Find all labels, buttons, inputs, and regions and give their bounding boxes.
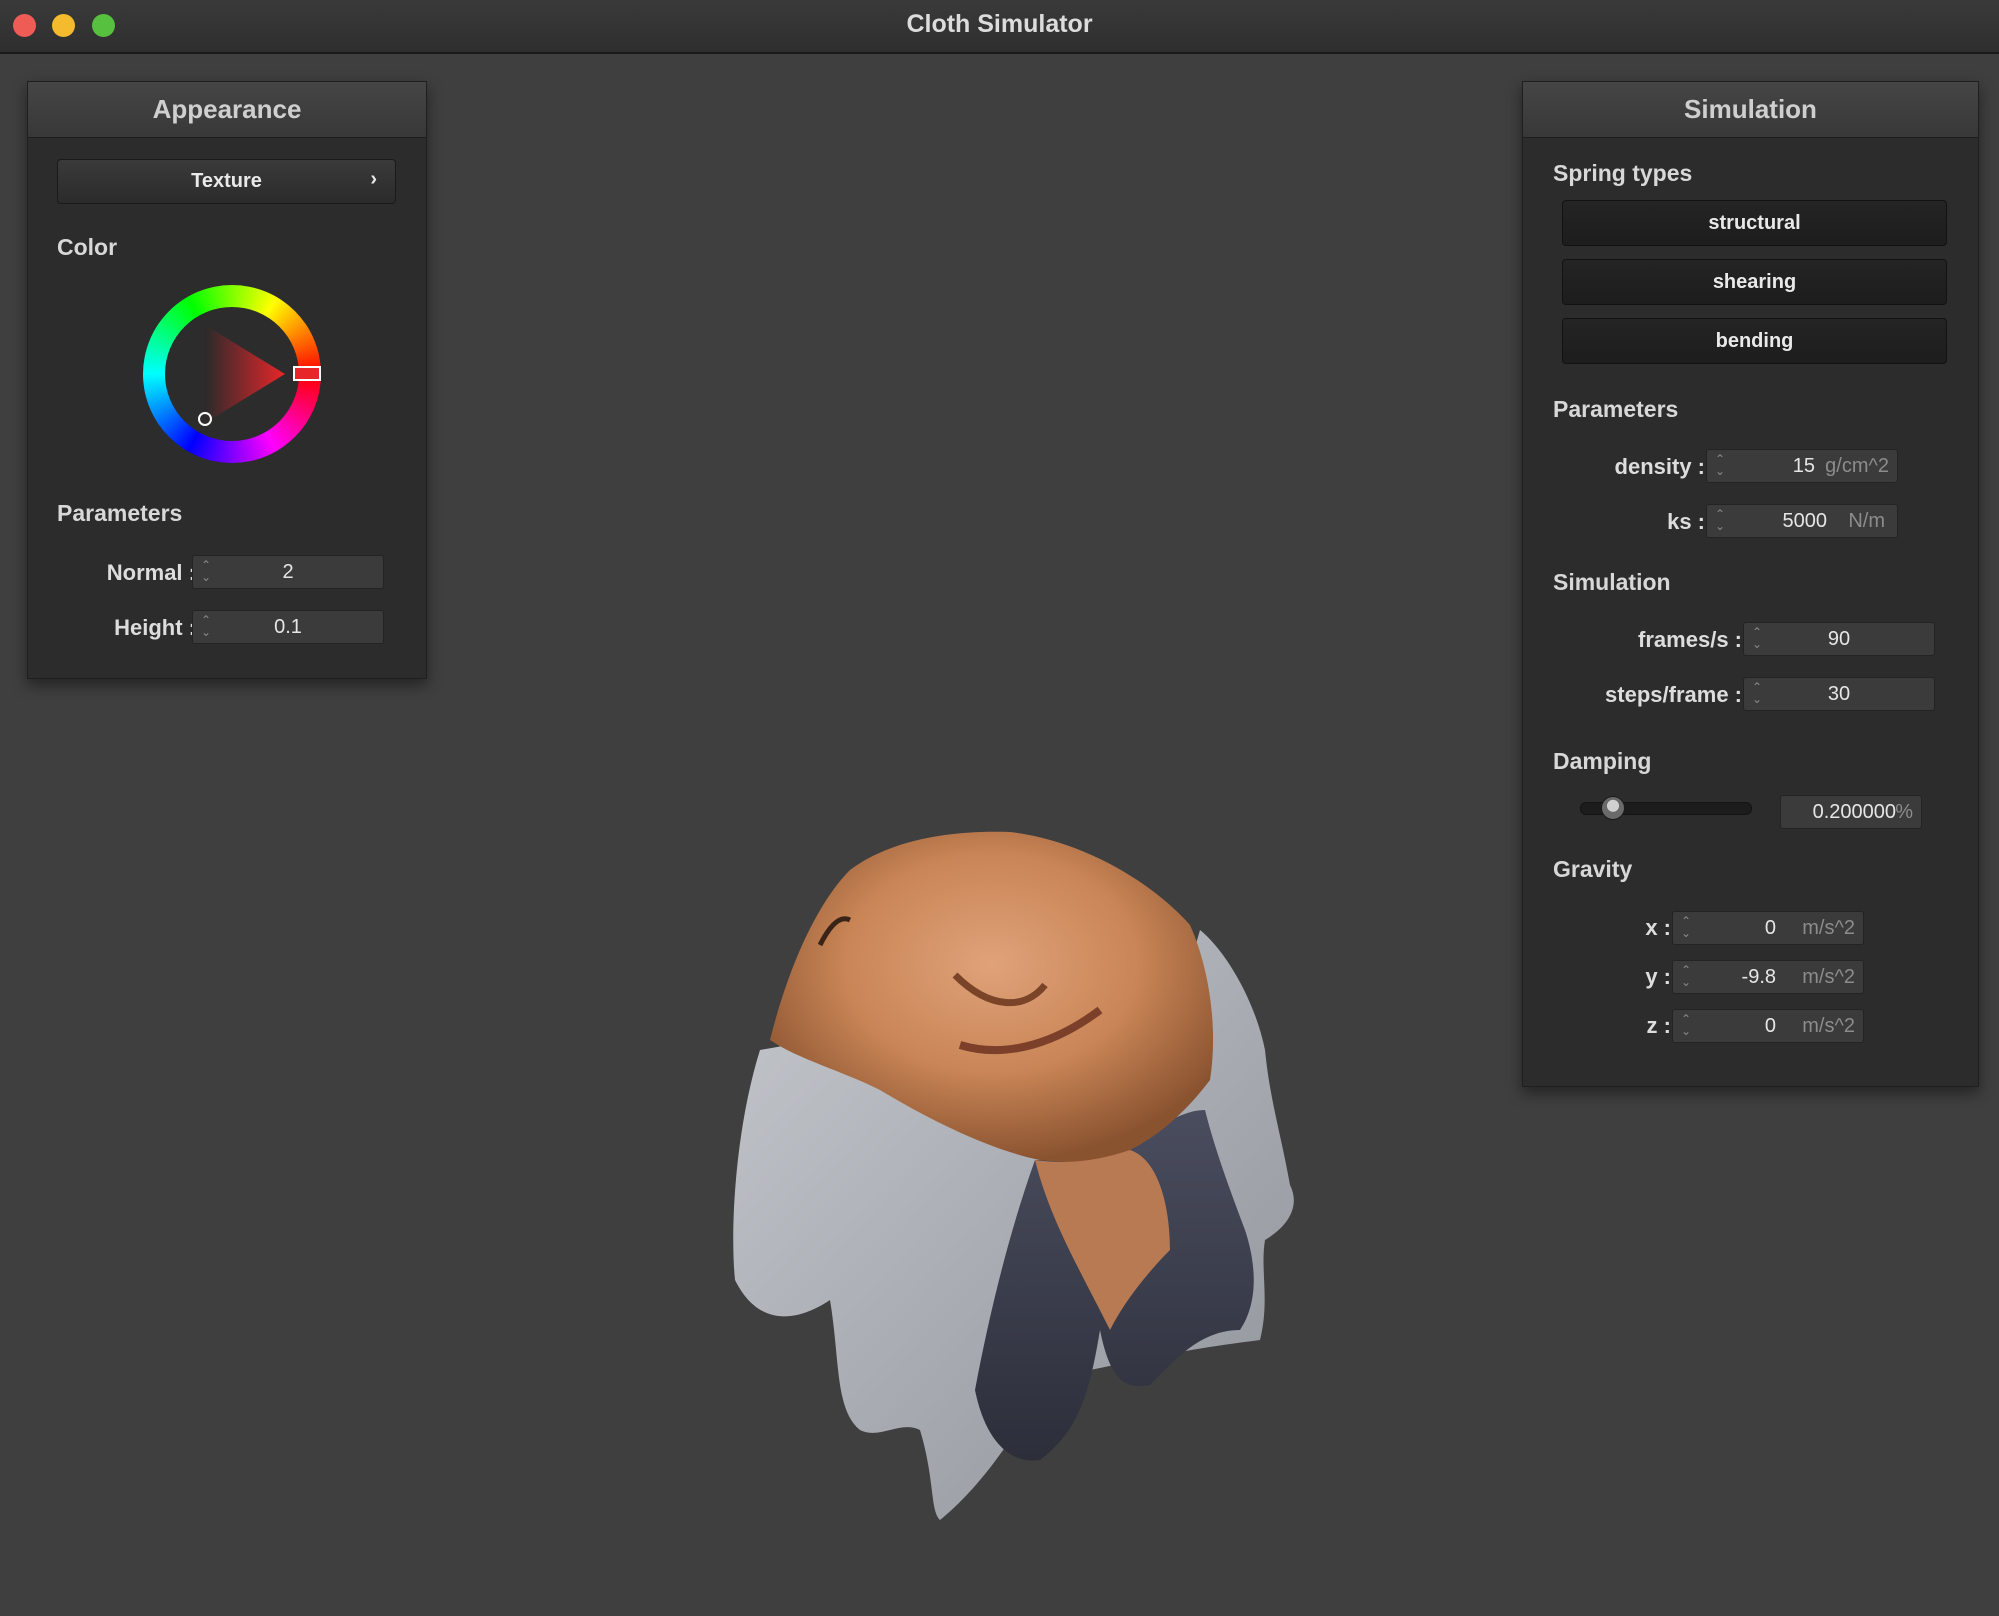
frames-per-second-value: 90 — [1827, 628, 1851, 650]
density-input[interactable]: ⌃ ⌄ 15 g/cm^2 — [1706, 449, 1898, 483]
height-input[interactable]: ⌃ ⌄ 0.1 — [192, 610, 384, 644]
steps-per-frame-input[interactable]: ⌃ ⌄ 30 — [1743, 677, 1935, 711]
ks-unit: N/m — [1848, 510, 1885, 532]
gravity-y-value: -9.8 — [1741, 966, 1776, 988]
ks-label: ks : — [1667, 509, 1705, 534]
shearing-toggle-button[interactable]: shearing — [1562, 259, 1947, 305]
damping-unit: % — [1895, 801, 1913, 823]
gravity-z-label: z : — [1646, 1013, 1671, 1038]
damping-slider-knob[interactable] — [1601, 796, 1625, 820]
height-label: Height : — [114, 615, 196, 640]
ks-value: 5000 — [1782, 510, 1828, 532]
stepper-arrows-icon[interactable]: ⌃ ⌄ — [1681, 1013, 1691, 1037]
height-value: 0.1 — [274, 616, 302, 638]
simulation-section-label: Simulation — [1553, 569, 1671, 595]
normal-label: Normal : — [106, 560, 196, 585]
color-section-label: Color — [57, 234, 118, 260]
gravity-x-unit: m/s^2 — [1802, 917, 1855, 939]
gravity-x-input[interactable]: ⌃ ⌄ 0 m/s^2 — [1672, 911, 1864, 945]
stepper-arrows-icon[interactable]: ⌃ ⌄ — [1681, 915, 1691, 939]
window-title: Cloth Simulator — [906, 10, 1093, 38]
normal-value: 2 — [282, 561, 294, 583]
density-unit: g/cm^2 — [1825, 455, 1889, 477]
stepper-arrows-icon[interactable]: ⌃ ⌄ — [1715, 453, 1725, 477]
appearance-panel-title: Appearance — [28, 82, 426, 138]
steps-per-frame-label: steps/frame : — [1605, 682, 1742, 707]
structural-toggle-button[interactable]: structural — [1562, 200, 1947, 246]
gravity-y-unit: m/s^2 — [1802, 966, 1855, 988]
damping-value-box[interactable]: 0.200000 % — [1780, 795, 1922, 829]
title-bar: Cloth Simulator — [0, 0, 1999, 54]
simulation-panel-title: Simulation — [1523, 82, 1978, 138]
gravity-y-input[interactable]: ⌃ ⌄ -9.8 m/s^2 — [1672, 960, 1864, 994]
gravity-z-input[interactable]: ⌃ ⌄ 0 m/s^2 — [1672, 1009, 1864, 1043]
stepper-arrows-icon[interactable]: ⌃ ⌄ — [1715, 508, 1725, 532]
stepper-arrows-icon[interactable]: ⌃ ⌄ — [1681, 964, 1691, 988]
density-label: density : — [1614, 454, 1705, 479]
gravity-x-label: x : — [1645, 915, 1671, 940]
gravity-z-value: 0 — [1764, 1015, 1776, 1037]
frames-per-second-input[interactable]: ⌃ ⌄ 90 — [1743, 622, 1935, 656]
normal-input[interactable]: ⌃ ⌄ 2 — [192, 555, 384, 589]
frames-per-second-label: frames/s : — [1638, 627, 1742, 652]
spring-types-label: Spring types — [1553, 160, 1693, 186]
damping-label: Damping — [1553, 748, 1652, 774]
gravity-y-label: y : — [1645, 964, 1671, 989]
hue-handle[interactable] — [293, 366, 321, 381]
density-value: 15 — [1792, 455, 1815, 477]
texture-button-label: Texture — [191, 170, 262, 192]
gravity-z-unit: m/s^2 — [1802, 1015, 1855, 1037]
appearance-panel: Appearance Texture › Color Parameters No… — [27, 81, 427, 679]
damping-value: 0.200000 — [1812, 801, 1896, 823]
ks-input[interactable]: ⌃ ⌄ 5000 N/m — [1706, 504, 1898, 538]
chevron-right-icon: › — [370, 168, 377, 190]
bending-toggle-button[interactable]: bending — [1562, 318, 1947, 364]
gravity-label: Gravity — [1553, 856, 1633, 882]
texture-button[interactable]: Texture › — [57, 159, 396, 204]
simulation-panel: Simulation Spring types structural shear… — [1522, 81, 1979, 1087]
color-wheel[interactable] — [143, 285, 321, 463]
steps-per-frame-value: 30 — [1827, 683, 1851, 705]
gravity-x-value: 0 — [1764, 917, 1776, 939]
appearance-parameters-label: Parameters — [57, 500, 183, 526]
simulation-parameters-label: Parameters — [1553, 396, 1679, 422]
